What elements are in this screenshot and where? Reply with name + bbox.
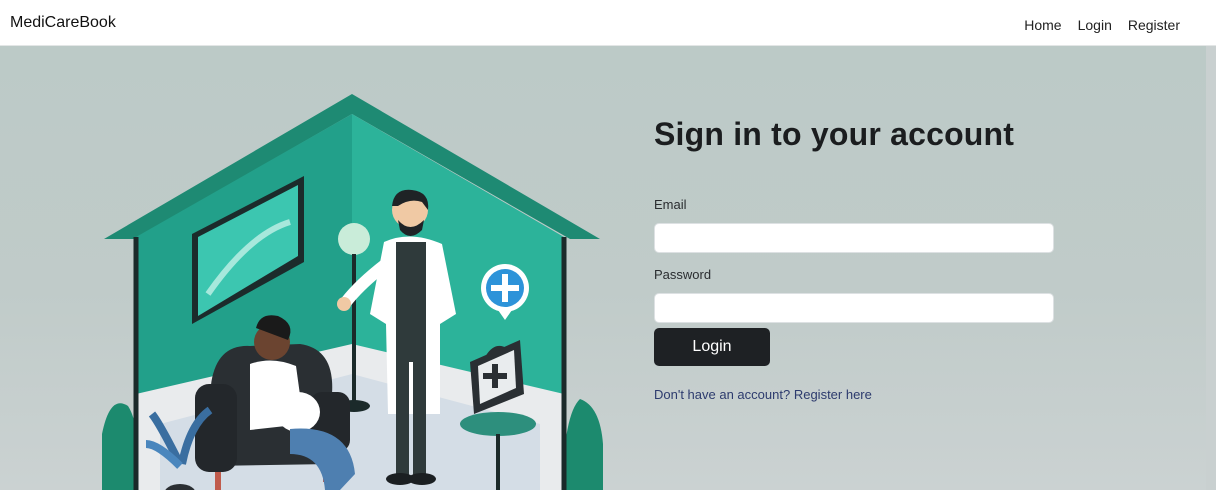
password-label: Password [654, 267, 712, 282]
main-content: Sign in to your account Email Password L… [0, 46, 1216, 490]
register-prompt: Don't have an account? Register here [654, 387, 1054, 402]
nav-link-register[interactable]: Register [1128, 17, 1180, 33]
scrollbar[interactable] [1206, 46, 1216, 490]
nav-link-home[interactable]: Home [1024, 17, 1061, 33]
nav-links: Home Login Register [1024, 17, 1180, 33]
login-form: Sign in to your account Email Password L… [654, 116, 1054, 402]
email-label: Email [654, 197, 687, 212]
page-title: Sign in to your account [654, 116, 1015, 152]
login-button[interactable]: Login [654, 328, 770, 366]
password-field[interactable] [654, 293, 1054, 323]
brand-logo[interactable]: MediCareBook [10, 14, 116, 32]
email-field[interactable] [654, 223, 1054, 253]
navbar: MediCareBook Home Login Register [0, 0, 1216, 46]
doctor-visit-illustration [102, 94, 603, 490]
register-prompt-text: Don't have an account? [654, 387, 791, 402]
bush-right-icon [562, 399, 603, 490]
register-link[interactable]: Register here [794, 387, 872, 402]
nav-link-login[interactable]: Login [1078, 17, 1112, 33]
